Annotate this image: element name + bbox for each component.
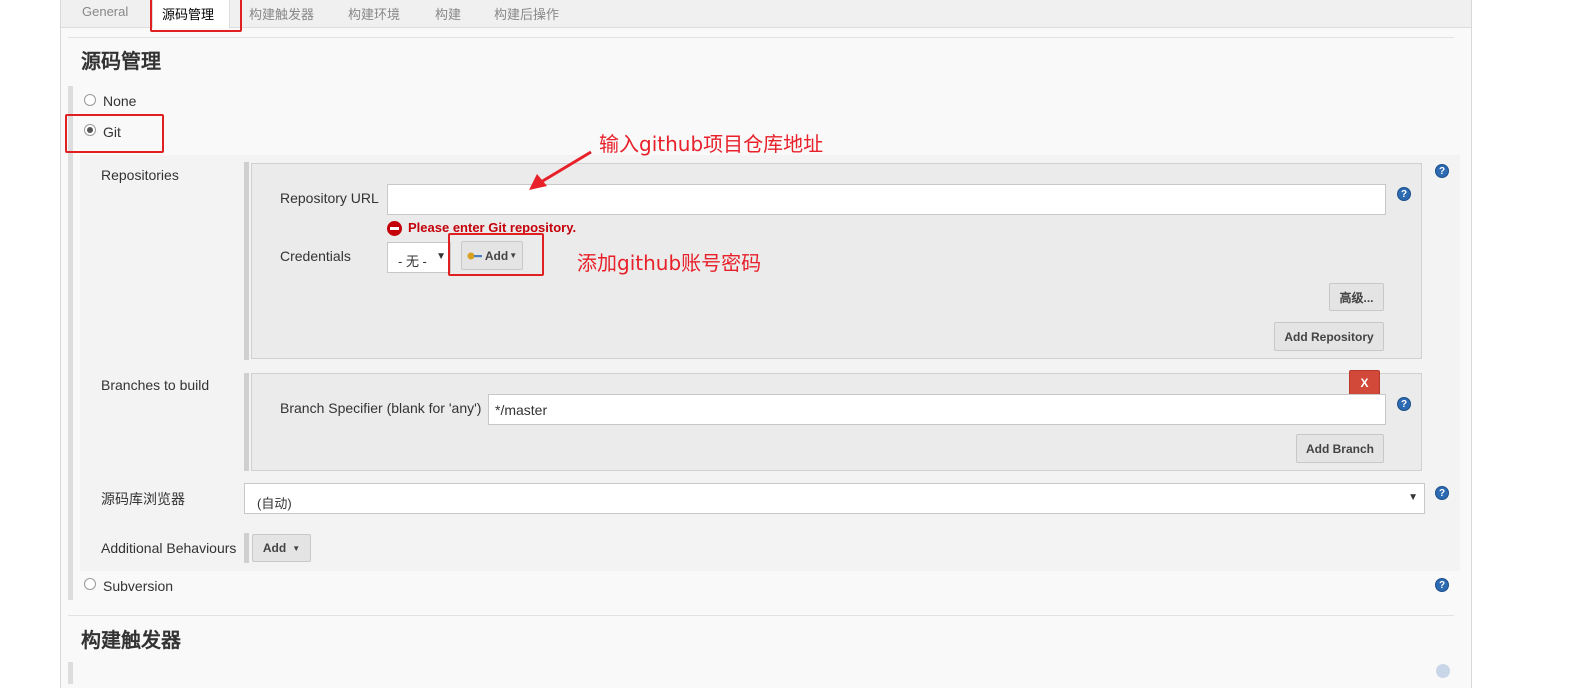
repository-url-label: Repository URL	[280, 190, 379, 206]
repository-url-annotation: 输入github项目仓库地址	[599, 132, 824, 156]
behaviours-indent-bar	[244, 533, 249, 563]
section-indent-bar	[68, 662, 73, 684]
next-section-title: 构建触发器	[81, 628, 181, 652]
scm-none-radio[interactable]	[84, 94, 96, 106]
repositories-help-icon[interactable]: ?	[1435, 164, 1449, 178]
tab-build[interactable]: 构建	[435, 4, 461, 23]
credentials-value: - 无 -	[398, 254, 427, 269]
section-divider	[68, 37, 1454, 38]
credentials-annotation: 添加github账号密码	[577, 251, 762, 275]
delete-branch-button[interactable]: X	[1349, 370, 1380, 396]
repositories-label: Repositories	[101, 167, 179, 183]
git-highlight-box	[65, 114, 164, 153]
scm-subversion-label: Subversion	[103, 578, 174, 594]
tab-build-triggers[interactable]: 构建触发器	[249, 4, 314, 23]
repository-browser-help-icon[interactable]: ?	[1435, 486, 1449, 500]
partial-help-icon	[1436, 664, 1450, 678]
credentials-label: Credentials	[280, 248, 351, 264]
add-behaviour-button[interactable]: Add ▼	[252, 534, 311, 562]
tab-build-environment[interactable]: 构建环境	[348, 4, 400, 23]
chevron-down-icon: ▼	[436, 251, 446, 262]
branch-specifier-input[interactable]: */master	[488, 394, 1386, 425]
credentials-select[interactable]: - 无 - ▼	[387, 242, 451, 273]
chevron-down-icon: ▼	[1408, 492, 1418, 503]
repository-url-help-icon[interactable]: ?	[1397, 187, 1411, 201]
branches-label: Branches to build	[101, 377, 210, 393]
additional-behaviours-label: Additional Behaviours	[101, 540, 237, 556]
tab-post-build[interactable]: 构建后操作	[494, 4, 559, 23]
error-icon	[387, 221, 402, 236]
add-repository-button[interactable]: Add Repository	[1274, 322, 1384, 351]
repositories-indent-bar	[244, 162, 249, 360]
add-branch-button[interactable]: Add Branch	[1296, 434, 1384, 463]
advanced-button[interactable]: 高级...	[1329, 283, 1384, 311]
repository-browser-label: 源码库浏览器	[101, 491, 185, 507]
repository-browser-value: (自动)	[257, 496, 292, 511]
tab-highlight-box	[150, 0, 242, 32]
section-indent-bar	[68, 86, 73, 600]
branches-indent-bar	[244, 373, 249, 471]
annotation-arrow-icon	[529, 150, 592, 190]
scm-none-label: None	[103, 93, 137, 109]
repository-browser-select[interactable]: (自动) ▼	[244, 483, 1425, 514]
section-title: 源码管理	[81, 49, 161, 73]
branch-specifier-label: Branch Specifier (blank for 'any')	[280, 400, 482, 416]
branch-specifier-help-icon[interactable]: ?	[1397, 397, 1411, 411]
scm-subversion-radio[interactable]	[84, 578, 96, 590]
section-divider	[68, 615, 1454, 616]
chevron-down-icon: ▼	[292, 543, 301, 553]
subversion-help-icon[interactable]: ?	[1435, 578, 1449, 592]
add-behaviour-label: Add	[262, 541, 287, 555]
add-credentials-highlight-box	[448, 233, 544, 276]
tab-general[interactable]: General	[82, 4, 128, 19]
